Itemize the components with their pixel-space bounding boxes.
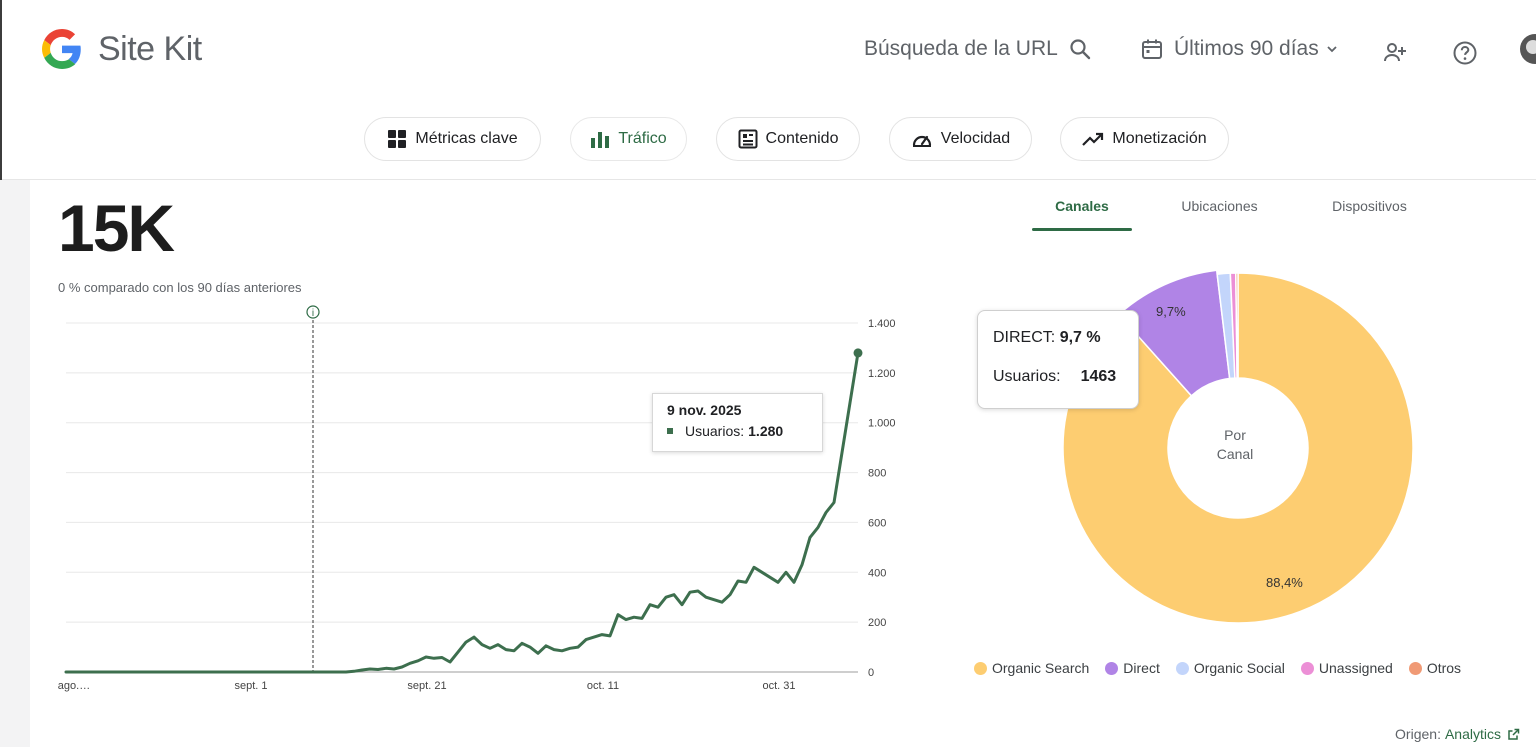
tooltip-value: 1.280 xyxy=(748,423,784,439)
traffic-card: 15K 0 % comparado con los 90 días anteri… xyxy=(30,180,1536,747)
speedometer-icon xyxy=(912,135,931,147)
y-tick-label: 600 xyxy=(868,517,886,529)
trending-up-icon xyxy=(1082,132,1104,146)
bar-chart-icon xyxy=(591,132,610,148)
add-user-icon xyxy=(1384,43,1406,62)
legend-swatch xyxy=(1175,661,1189,675)
tab-label: Tráfico xyxy=(618,130,667,147)
breakdown-tabs: Canales Ubicaciones Dispositivos xyxy=(1032,198,1452,232)
app-header: Site Kit Búsqueda de la URL Últimos 90 d… xyxy=(2,0,1536,180)
legend-label: Organic Social xyxy=(1193,660,1285,676)
legend-item[interactable]: Organic Social xyxy=(1175,660,1285,676)
analytics-link[interactable]: Analytics xyxy=(1445,726,1501,742)
donut-legend: Organic Search Direct Organic Social Una… xyxy=(974,660,1477,676)
legend-swatch xyxy=(974,661,987,675)
x-tick-label: oct. 31 xyxy=(762,680,795,692)
legend-swatch xyxy=(1300,661,1314,675)
legend-swatch xyxy=(1408,661,1422,675)
line-chart-svg: 0 200 400 600 800 1.000 1.200 1.400 ago.… sept. 1… xyxy=(58,305,896,692)
article-icon xyxy=(738,129,758,149)
x-tick-label: sept. 1 xyxy=(234,680,267,692)
date-range-label: Últimos 90 días xyxy=(1174,37,1319,60)
x-tick-label: sept. 21 xyxy=(407,680,446,692)
date-range-selector[interactable]: Últimos 90 días xyxy=(1140,32,1339,66)
tab-label: Velocidad xyxy=(940,130,1011,147)
data-source: Origen: Analytics xyxy=(1395,726,1520,742)
donut-center-label: Por Canal xyxy=(1160,426,1310,464)
grid-icon xyxy=(388,130,407,148)
google-g-icon xyxy=(42,29,81,69)
search-icon xyxy=(1070,39,1091,60)
url-search-button[interactable]: Búsqueda de la URL xyxy=(864,32,1092,66)
legend-item[interactable]: Direct xyxy=(1105,660,1160,676)
donut-tooltip: DIRECT: 9,7 % Usuarios: 1463 xyxy=(977,310,1139,409)
slice-label-organic-search: 88,4% xyxy=(1266,575,1303,590)
add-user-button[interactable] xyxy=(1382,36,1408,70)
legend-swatch xyxy=(1105,661,1119,675)
info-icon-glyph: i xyxy=(312,308,314,319)
tab-label: Métricas clave xyxy=(415,130,518,147)
legend-item[interactable]: Organic Search xyxy=(974,660,1089,676)
legend-label: Otros xyxy=(1426,660,1462,676)
url-search-label: Búsqueda de la URL xyxy=(864,37,1058,60)
active-tab-indicator xyxy=(1032,228,1132,231)
external-link-icon xyxy=(1508,728,1520,740)
x-tick-label: oct. 11 xyxy=(587,680,619,692)
y-tick-label: 1.000 xyxy=(868,418,896,430)
line-chart-tooltip: 9 nov. 2025 Usuarios: 1.280 xyxy=(652,393,823,452)
y-tick-label: 1.200 xyxy=(868,368,896,380)
legend-label: Organic Search xyxy=(992,660,1090,676)
legend-label: Unassigned xyxy=(1318,660,1393,676)
tab-canales[interactable]: Canales xyxy=(1032,198,1132,232)
y-tick-label: 1.400 xyxy=(868,318,896,330)
site-kit-logo[interactable]: Site Kit xyxy=(42,29,202,69)
tab-dispositivos[interactable]: Dispositivos xyxy=(1312,198,1427,232)
tooltip-date: 9 nov. 2025 xyxy=(667,402,742,418)
tooltip-series-label: Usuarios: xyxy=(685,423,745,439)
donut-center-line-2: Canal xyxy=(1216,446,1254,462)
donut-tooltip-users-value: 1463 xyxy=(1080,368,1117,385)
tab-label: Monetización xyxy=(1112,130,1207,147)
y-tick-label: 0 xyxy=(868,667,874,679)
series-marker xyxy=(667,428,673,434)
tab-label: Contenido xyxy=(765,130,839,147)
donut-tooltip-percent: 9,7 % xyxy=(1059,329,1101,346)
series-point-last xyxy=(853,348,863,358)
tab-velocidad[interactable]: Velocidad xyxy=(889,117,1032,161)
users-line-chart[interactable]: 0 200 400 600 800 1.000 1.200 1.400 ago.… sept. 1… xyxy=(30,180,1030,747)
dashboard-nav: Métricas clave Tráfico Contenido Velocid… xyxy=(2,117,1536,161)
help-icon xyxy=(1453,41,1477,65)
tab-contenido[interactable]: Contenido xyxy=(716,117,860,161)
help-button[interactable] xyxy=(1452,36,1478,70)
x-tick-label: ago.… xyxy=(58,680,90,692)
y-tick-label: 200 xyxy=(868,617,886,629)
legend-item[interactable]: Otros xyxy=(1408,660,1462,676)
legend-label: Direct xyxy=(1123,660,1160,676)
calendar-icon xyxy=(1142,39,1162,59)
chevron-down-icon xyxy=(1327,46,1337,53)
donut-tooltip-channel: DIRECT: xyxy=(993,329,1056,346)
tab-ubicaciones[interactable]: Ubicaciones xyxy=(1162,198,1277,232)
tab-monetizacion[interactable]: Monetización xyxy=(1060,117,1229,161)
source-label: Origen: xyxy=(1395,726,1441,742)
y-tick-label: 400 xyxy=(868,567,886,579)
app-name: Site Kit xyxy=(98,29,202,68)
donut-center-line-1: Por xyxy=(1224,427,1246,443)
y-tick-label: 800 xyxy=(868,468,886,480)
slice-label-direct: 9,7% xyxy=(1156,304,1186,319)
donut-tooltip-users-label: Usuarios: xyxy=(993,368,1061,385)
tab-metricas-clave[interactable]: Métricas clave xyxy=(364,117,541,161)
legend-item[interactable]: Unassigned xyxy=(1300,660,1393,676)
user-avatar[interactable] xyxy=(1520,34,1536,64)
tab-trafico[interactable]: Tráfico xyxy=(570,117,687,161)
